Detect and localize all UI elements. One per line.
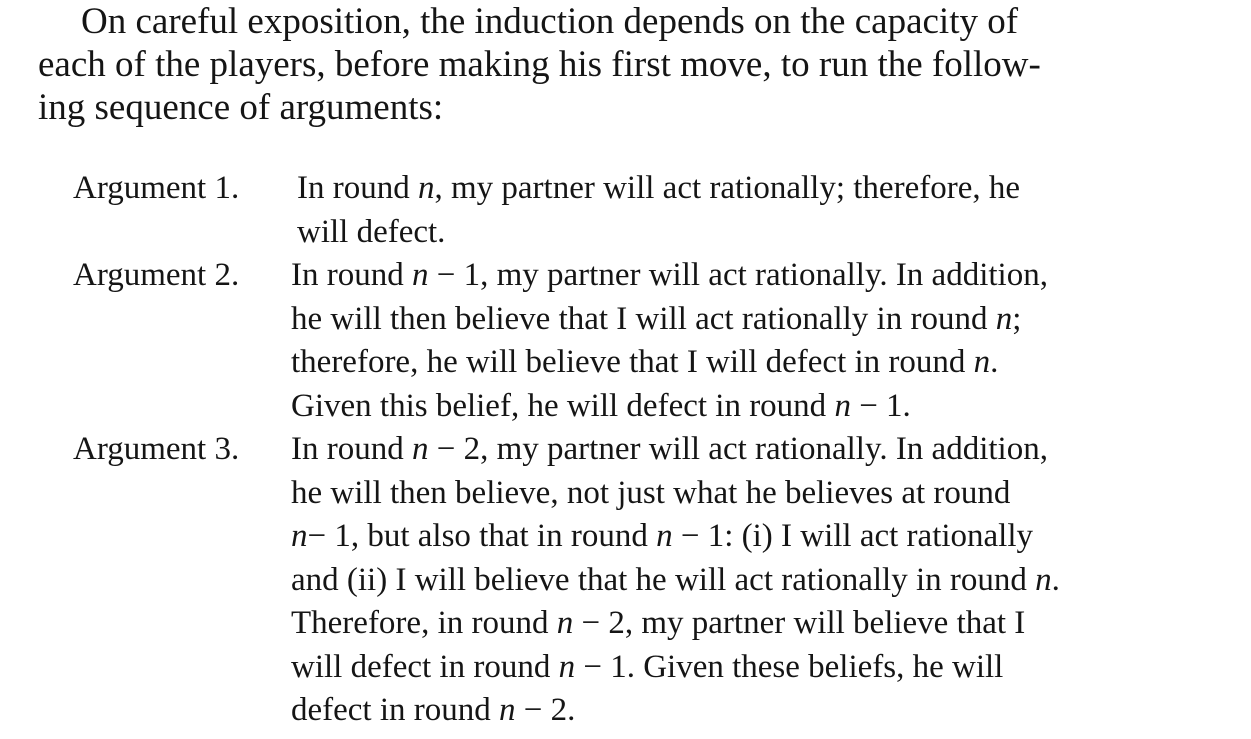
intro-paragraph: On careful exposition, the induction dep… bbox=[38, 0, 1218, 129]
argument-line: he will then believe that I will act rat… bbox=[291, 300, 1022, 337]
intro-line: each of the players, before making his f… bbox=[38, 44, 1041, 85]
intro-line: On careful exposition, the induction dep… bbox=[81, 1, 1019, 42]
argument-line: Given this belief, he will defect in rou… bbox=[291, 387, 911, 424]
argument-line: will defect in round n − 1. Given these … bbox=[291, 648, 1004, 685]
argument-line: Therefore, in round n − 2, my partner wi… bbox=[291, 605, 1026, 641]
argument-label: Argument 3. bbox=[73, 431, 240, 467]
argument-line: In round n, my partner will act rational… bbox=[297, 170, 1020, 206]
intro-line: ing sequence of arguments: bbox=[38, 87, 444, 128]
argument-line: In round n − 1, my partner will act rati… bbox=[291, 257, 1048, 293]
argument-body: In round n − 2, my partner will act rati… bbox=[291, 428, 1194, 733]
argument-line: therefore, he will believe that I will d… bbox=[291, 344, 999, 380]
argument-line: In round n − 2, my partner will act rati… bbox=[291, 431, 1048, 467]
argument-body: In round n, my partner will act rational… bbox=[297, 167, 1195, 254]
document-page: On careful exposition, the induction dep… bbox=[0, 0, 1251, 739]
argument-line: n− 1, but also that in round n − 1: (i) … bbox=[291, 518, 1034, 554]
argument-line: and (ii) I will believe that he will act… bbox=[291, 561, 1060, 598]
argument-line: defect in round n − 2. bbox=[291, 692, 576, 728]
argument-body: In round n − 1, my partner will act rati… bbox=[291, 254, 1194, 428]
argument-line: will defect. bbox=[297, 213, 446, 250]
argument-label: Argument 1. bbox=[73, 170, 240, 206]
argument-label: Argument 2. bbox=[73, 257, 240, 293]
argument-line: he will then believe, not just what he b… bbox=[291, 474, 1011, 511]
